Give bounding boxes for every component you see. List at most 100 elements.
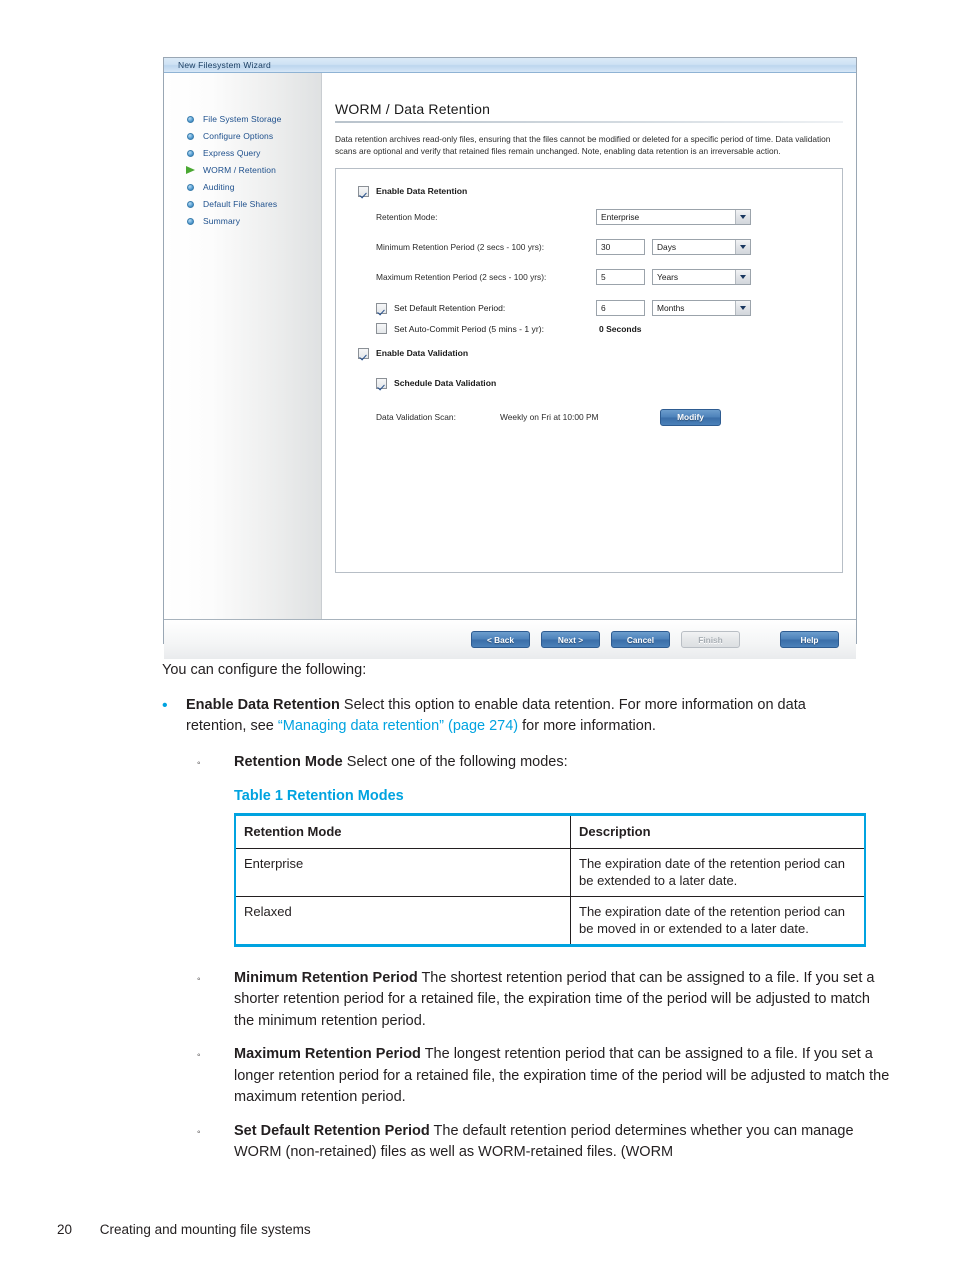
auto-commit-label-group: Set Auto-Commit Period (5 mins - 1 yr): bbox=[358, 323, 596, 335]
chevron-down-icon[interactable] bbox=[735, 301, 750, 316]
finish-button: Finish bbox=[681, 631, 740, 648]
sidebar-item-file-system-storage[interactable]: File System Storage bbox=[186, 110, 321, 127]
auto-commit-row: Set Auto-Commit Period (5 mins - 1 yr): … bbox=[358, 320, 842, 337]
table-row: Enterprise The expiration date of the re… bbox=[235, 848, 865, 897]
retention-mode-select[interactable]: Enterprise bbox=[596, 209, 751, 226]
maximum-retention-label: Maximum Retention Period (2 secs - 100 y… bbox=[376, 272, 547, 283]
sidebar-item-label: File System Storage bbox=[203, 113, 282, 124]
window-titlebar: New Filesystem Wizard bbox=[164, 58, 856, 73]
modify-button[interactable]: Modify bbox=[660, 408, 721, 426]
subbullet-text: Minimum Retention Period The shortest re… bbox=[234, 968, 894, 1033]
cancel-button[interactable]: Cancel bbox=[611, 631, 670, 648]
default-retention-row: Set Default Retention Period: 6 Months bbox=[358, 296, 842, 320]
subbullet-term: Retention Mode bbox=[234, 753, 343, 770]
retention-mode-label: Retention Mode: bbox=[376, 212, 438, 223]
minimum-retention-label: Minimum Retention Period (2 secs - 100 y… bbox=[376, 242, 545, 253]
default-retention-input[interactable]: 6 bbox=[596, 300, 645, 317]
minimum-retention-input[interactable]: 30 bbox=[596, 239, 645, 256]
page-number: 20 bbox=[57, 1222, 73, 1237]
chevron-down-icon[interactable] bbox=[735, 210, 750, 225]
table-cell-description: The expiration date of the retention per… bbox=[579, 903, 845, 936]
subbullet-term: Maximum Retention Period bbox=[234, 1046, 421, 1062]
auto-commit-label: Set Auto-Commit Period (5 mins - 1 yr): bbox=[394, 323, 544, 334]
subbullet-term: Minimum Retention Period bbox=[234, 969, 418, 986]
heading-divider bbox=[335, 121, 843, 123]
window-title: New Filesystem Wizard bbox=[178, 60, 271, 70]
sidebar-item-summary[interactable]: Summary bbox=[186, 212, 321, 229]
table-header-description: Description bbox=[570, 814, 865, 849]
blue-dot-icon bbox=[186, 216, 196, 226]
data-validation-scan-value: Weekly on Fri at 10:00 PM bbox=[500, 412, 599, 423]
bullet-marker: • bbox=[162, 696, 168, 714]
subbullet-text: Maximum Retention Period The longest ret… bbox=[234, 1044, 894, 1109]
retention-form-panel: Enable Data Retention Retention Mode: En… bbox=[335, 168, 843, 574]
default-retention-unit-select[interactable]: Months bbox=[652, 300, 751, 317]
default-retention-unit-value: Months bbox=[657, 303, 685, 314]
minimum-retention-row: Minimum Retention Period (2 secs - 100 y… bbox=[358, 235, 842, 259]
blue-dot-icon bbox=[186, 182, 196, 192]
green-arrow-icon bbox=[186, 165, 196, 175]
subbullet-desc: Select one of the following modes: bbox=[342, 753, 568, 770]
table-caption: Table 1 Retention Modes bbox=[234, 787, 404, 804]
sidebar-item-auditing[interactable]: Auditing bbox=[186, 178, 321, 195]
maximum-retention-input[interactable]: 5 bbox=[596, 269, 645, 286]
chevron-down-icon[interactable] bbox=[735, 270, 750, 285]
maximum-retention-unit-select[interactable]: Years bbox=[652, 269, 751, 286]
table-row: Relaxed The expiration date of the reten… bbox=[235, 896, 865, 945]
minimum-retention-unit-value: Days bbox=[657, 242, 677, 253]
subbullet-retention-mode: ◦ Retention Mode Select one of the follo… bbox=[197, 752, 954, 776]
subbullet-text: Set Default Retention Period The default… bbox=[234, 1121, 894, 1164]
page-footer: 20 Creating and mounting file systems bbox=[57, 1222, 311, 1237]
sidebar-item-label: Express Query bbox=[203, 147, 261, 158]
sidebar-item-label: Default File Shares bbox=[203, 198, 278, 209]
sidebar-item-label: WORM / Retention bbox=[203, 164, 276, 175]
enable-data-retention-label: Enable Data Retention bbox=[376, 186, 468, 197]
enable-data-retention-row[interactable]: Enable Data Retention bbox=[358, 183, 842, 199]
subbullet-set-default-retention-period: ◦ Set Default Retention Period The defau… bbox=[197, 1121, 954, 1164]
help-button[interactable]: Help bbox=[780, 631, 839, 648]
bullet-enable-data-retention: • Enable Data Retention Select this opti… bbox=[162, 695, 954, 738]
chevron-down-icon[interactable] bbox=[735, 240, 750, 255]
schedule-data-validation-row[interactable]: Schedule Data Validation bbox=[376, 375, 842, 391]
subbullet-text: Retention Mode Select one of the followi… bbox=[234, 752, 894, 776]
minimum-retention-unit-select[interactable]: Days bbox=[652, 239, 751, 256]
page-title: WORM / Data Retention bbox=[335, 101, 491, 117]
enable-data-validation-checkbox[interactable] bbox=[358, 347, 369, 359]
sidebar-item-configure-options[interactable]: Configure Options bbox=[186, 127, 321, 144]
next-button[interactable]: Next > bbox=[541, 631, 600, 648]
retention-mode-row: Retention Mode: Enterprise bbox=[358, 205, 842, 229]
sidebar-item-worm-retention[interactable]: WORM / Retention bbox=[186, 161, 321, 178]
default-retention-checkbox[interactable] bbox=[376, 302, 387, 314]
bullet-text-b: for more information. bbox=[518, 718, 656, 734]
auto-commit-checkbox[interactable] bbox=[376, 323, 387, 335]
bullet-text: Enable Data Retention Select this option… bbox=[186, 695, 854, 738]
wizard-step-sidebar: File System Storage Configure Options Ex… bbox=[164, 73, 322, 619]
subbullet-marker: ◦ bbox=[197, 1126, 201, 1138]
enable-data-validation-row[interactable]: Enable Data Validation bbox=[358, 345, 842, 361]
blue-dot-icon bbox=[186, 148, 196, 158]
lead-paragraph: You can configure the following: bbox=[162, 662, 367, 678]
subbullet-maximum-retention-period: ◦ Maximum Retention Period The longest r… bbox=[197, 1044, 954, 1109]
blue-dot-icon bbox=[186, 114, 196, 124]
table-header-retention-mode: Retention Mode bbox=[235, 814, 571, 849]
data-validation-scan-row: Data Validation Scan: Weekly on Fri at 1… bbox=[358, 405, 842, 429]
sidebar-item-label: Auditing bbox=[203, 181, 235, 192]
table-header-row: Retention Mode Description bbox=[235, 814, 865, 849]
sidebar-item-default-file-shares[interactable]: Default File Shares bbox=[186, 195, 321, 212]
blue-dot-icon bbox=[186, 131, 196, 141]
schedule-data-validation-checkbox[interactable] bbox=[376, 377, 387, 389]
subbullet-marker: ◦ bbox=[197, 757, 201, 769]
wizard-main-panel: WORM / Data Retention Data retention arc… bbox=[322, 73, 856, 619]
blue-dot-icon bbox=[186, 199, 196, 209]
schedule-data-validation-label: Schedule Data Validation bbox=[394, 378, 497, 389]
subbullet-marker: ◦ bbox=[197, 1050, 201, 1061]
back-button[interactable]: < Back bbox=[471, 631, 530, 648]
data-validation-scan-label: Data Validation Scan: bbox=[376, 412, 456, 423]
chapter-title: Creating and mounting file systems bbox=[99, 1222, 311, 1237]
retention-modes-table: Retention Mode Description Enterprise Th… bbox=[234, 812, 866, 947]
subbullet-term: Set Default Retention Period bbox=[234, 1122, 430, 1139]
auto-commit-value: 0 Seconds bbox=[599, 323, 642, 334]
enable-data-retention-checkbox[interactable] bbox=[358, 185, 369, 197]
sidebar-item-express-query[interactable]: Express Query bbox=[186, 144, 321, 161]
managing-data-retention-link[interactable]: “Managing data retention” (page 274) bbox=[278, 718, 518, 734]
